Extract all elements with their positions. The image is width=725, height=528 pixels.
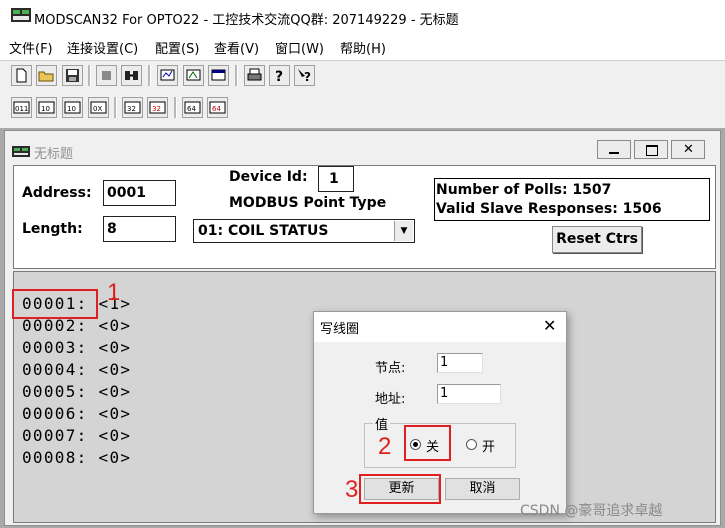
dialog-title-bar: 写线圈 ✕ xyxy=(314,312,566,342)
svg-text:0X: 0X xyxy=(93,105,102,113)
svg-text:32: 32 xyxy=(127,105,136,113)
close-icon: ✕ xyxy=(683,142,694,157)
annotation-box-3 xyxy=(359,474,441,504)
svg-text:64: 64 xyxy=(212,105,221,113)
length-input[interactable]: 8 xyxy=(103,216,176,242)
save-disk-icon[interactable] xyxy=(62,65,83,86)
svg-text:011: 011 xyxy=(15,105,28,113)
menu-file[interactable]: 文件(F) xyxy=(9,38,53,57)
on-radio[interactable]: 开 xyxy=(466,436,506,455)
print-icon[interactable] xyxy=(244,65,265,86)
child-title-bar: 无标题 ✕ xyxy=(5,131,720,165)
radio-unchecked-icon xyxy=(466,439,477,450)
stop-icon[interactable] xyxy=(96,65,117,86)
child-title: 无标题 xyxy=(34,147,74,162)
point-type-value: 01: COIL STATUS xyxy=(198,223,329,239)
data-row[interactable]: 00008: <0> xyxy=(22,448,131,467)
svg-text:32: 32 xyxy=(152,105,161,113)
chevron-down-icon[interactable]: ▼ xyxy=(394,221,413,241)
restore-icon xyxy=(646,145,658,156)
length-label: Length: xyxy=(22,221,83,237)
menu-bar: 文件(F) 连接设置(C) 配置(S) 查看(V) 窗口(W) 帮助(H) xyxy=(0,36,725,60)
title-bar: MODSCAN32 For OPTO22 - 工控技术交流QQ群: 207149… xyxy=(0,0,725,36)
integer-icon[interactable]: 10 xyxy=(62,97,83,118)
menu-help[interactable]: 帮助(H) xyxy=(340,38,386,57)
data-row[interactable]: 00003: <0> xyxy=(22,338,131,357)
window-icon[interactable] xyxy=(208,65,229,86)
help-icon[interactable]: ? xyxy=(269,65,290,86)
menu-setup[interactable]: 配置(S) xyxy=(155,38,199,57)
double64-swap-icon[interactable]: 64 xyxy=(207,97,228,118)
data-row[interactable]: 00007: <0> xyxy=(22,426,131,445)
data-row[interactable]: 00004: <0> xyxy=(22,360,131,379)
annotation-number-2: 2 xyxy=(378,433,392,460)
display-icon[interactable] xyxy=(183,65,204,86)
svg-text:10: 10 xyxy=(67,105,76,113)
valid-responses-count: Valid Slave Responses: 1506 xyxy=(436,201,662,217)
minimize-button[interactable] xyxy=(597,140,631,159)
context-help-icon[interactable]: ? xyxy=(294,65,315,86)
cancel-button[interactable]: 取消 xyxy=(445,478,520,500)
device-id-input[interactable]: 1 xyxy=(318,166,354,192)
device-id-label: Device Id: xyxy=(229,169,308,185)
value-group-label: 值 xyxy=(373,414,391,433)
binary-icon[interactable]: 011 xyxy=(11,97,32,118)
menu-connection[interactable]: 连接设置(C) xyxy=(67,38,138,57)
address-input[interactable]: 1 xyxy=(437,384,501,404)
double64-icon[interactable]: 64 xyxy=(182,97,203,118)
menu-view[interactable]: 查看(V) xyxy=(214,38,259,57)
reset-counters-button[interactable]: Reset Ctrs xyxy=(552,226,642,253)
polls-count: Number of Polls: 1507 xyxy=(436,182,612,198)
dialog-title: 写线圈 xyxy=(320,322,360,337)
open-folder-icon[interactable] xyxy=(36,65,57,86)
point-type-select[interactable]: 01: COIL STATUS ▼ xyxy=(193,219,415,243)
new-file-icon[interactable] xyxy=(11,65,32,86)
poll-icon[interactable] xyxy=(157,65,178,86)
address-label: Address: xyxy=(22,185,92,201)
minimize-icon xyxy=(609,152,619,154)
data-row[interactable]: 00005: <0> xyxy=(22,382,131,401)
float32-icon[interactable]: 32 xyxy=(122,97,143,118)
settings-panel: Address: 0001 Length: 8 Device Id: 1 MOD… xyxy=(13,165,716,269)
child-window-icon xyxy=(12,146,30,157)
annotation-box-1 xyxy=(12,289,98,319)
close-button[interactable]: ✕ xyxy=(671,140,705,159)
annotation-number-1: 1 xyxy=(107,279,121,306)
data-row[interactable]: 00006: <0> xyxy=(22,404,131,423)
node-label: 节点: xyxy=(375,361,406,376)
app-title: MODSCAN32 For OPTO22 - 工控技术交流QQ群: 207149… xyxy=(34,13,459,28)
annotation-number-3: 3 xyxy=(345,476,359,503)
address-label: 地址: xyxy=(375,392,406,407)
node-input[interactable]: 1 xyxy=(437,353,483,373)
point-type-label: MODBUS Point Type xyxy=(229,195,387,211)
address-input[interactable]: 0001 xyxy=(103,180,176,206)
annotation-box-2 xyxy=(404,425,451,461)
poll-stats-box: Number of Polls: 1507 Valid Slave Respon… xyxy=(434,178,710,221)
svg-text:10: 10 xyxy=(41,105,50,113)
app-icon xyxy=(11,8,31,22)
toolbar-area: ? ? 011 10 10 0X 32 32 64 64 xyxy=(0,60,725,128)
hex-icon[interactable]: 0X xyxy=(88,97,109,118)
svg-text:64: 64 xyxy=(187,105,196,113)
on-label: 开 xyxy=(482,440,496,455)
connect-icon[interactable] xyxy=(121,65,142,86)
svg-text:?: ? xyxy=(275,69,283,85)
float32-swap-icon[interactable]: 32 xyxy=(147,97,168,118)
svg-text:?: ? xyxy=(304,70,311,84)
close-icon[interactable]: ✕ xyxy=(543,316,556,335)
watermark: CSDN @豪哥追求卓越 xyxy=(520,503,663,519)
decimal-icon[interactable]: 10 xyxy=(36,97,57,118)
menu-window[interactable]: 窗口(W) xyxy=(275,38,324,57)
maximize-button[interactable] xyxy=(634,140,668,159)
